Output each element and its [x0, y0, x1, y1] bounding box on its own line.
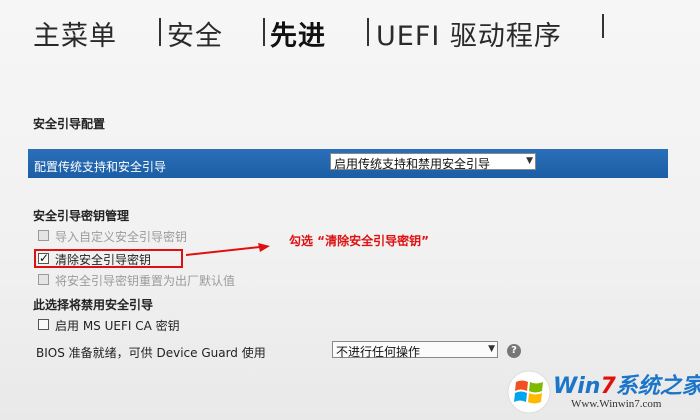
key-management-title: 安全引导密钥管理: [33, 209, 130, 223]
tab-separator: [602, 14, 604, 38]
ms-uefi-ca-checkbox[interactable]: [38, 319, 49, 330]
arrow-icon: [186, 243, 270, 256]
tab-uefi-drivers[interactable]: UEFI 驱动程序: [376, 14, 562, 53]
disable-secure-boot-title: 此选择将禁用安全引导: [33, 298, 154, 312]
tab-separator: [159, 18, 161, 46]
legacy-secure-boot-label: 配置传统支持和安全引导: [34, 160, 167, 174]
chevron-down-icon: ▼: [526, 156, 533, 166]
watermark-url: Www.Winwin7.com: [571, 398, 662, 410]
watermark-brand-prefix: Win: [553, 374, 601, 399]
bios-screen: 主菜单 安全 先进 UEFI 驱动程序 安全引导配置 配置传统支持和安全引导 启…: [0, 0, 700, 420]
watermark-brand-num: 7: [600, 374, 616, 399]
tab-bar: 主菜单 安全 先进 UEFI 驱动程序: [0, 0, 700, 62]
watermark-brand-suffix: 系统之家: [615, 374, 700, 399]
tab-main-menu[interactable]: 主菜单: [33, 14, 117, 53]
legacy-secure-boot-row[interactable]: 配置传统支持和安全引导 启用传统支持和禁用安全引导 ▼: [28, 149, 668, 178]
reset-keys-label: 将安全引导密钥重置为出厂默认值: [55, 274, 236, 288]
watermark: Win7系统之家 Www.Winwin7.com: [503, 366, 700, 420]
legacy-secure-boot-select[interactable]: 启用传统支持和禁用安全引导 ▼: [330, 153, 536, 171]
secure-boot-section-title: 安全引导配置: [33, 117, 106, 131]
windows-logo-icon: [507, 370, 551, 414]
import-custom-keys-label: 导入自定义安全引导密钥: [55, 230, 188, 244]
tab-security[interactable]: 安全: [167, 14, 223, 53]
bios-device-guard-select[interactable]: 不进行任何操作 ▼: [332, 341, 498, 359]
reset-keys-checkbox: [38, 274, 49, 285]
bios-device-guard-value: 不进行任何操作: [336, 345, 421, 359]
legacy-secure-boot-value: 启用传统支持和禁用安全引导: [334, 157, 491, 171]
tab-separator: [367, 18, 369, 46]
bios-device-guard-label: BIOS 准备就绪，可供 Device Guard 使用: [36, 346, 266, 360]
tab-advanced[interactable]: 先进: [270, 14, 326, 53]
watermark-brand: Win7系统之家: [553, 368, 700, 400]
highlight-box: [34, 249, 183, 268]
ms-uefi-ca-label: 启用 MS UEFI CA 密钥: [55, 319, 180, 333]
tab-separator: [263, 18, 265, 46]
chevron-down-icon: ▼: [488, 344, 495, 354]
import-custom-keys-checkbox: [38, 230, 49, 241]
annotation-text: 勾选 “清除安全引导密钥”: [289, 234, 429, 248]
help-icon[interactable]: ?: [507, 344, 521, 358]
